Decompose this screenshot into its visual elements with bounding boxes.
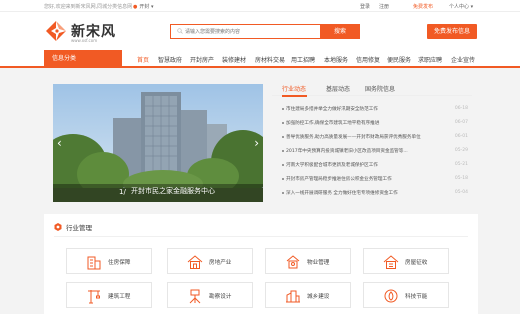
survey-icon bbox=[189, 289, 201, 304]
news-date: 05-21 bbox=[454, 162, 468, 167]
bullet-icon bbox=[282, 121, 284, 124]
card-survey-design[interactable]: 勘察设计 bbox=[167, 282, 253, 308]
bullet-icon bbox=[282, 163, 284, 166]
news-item[interactable]: 加强防控工作,确保全市建筑工地平稳有序推进 06-07 bbox=[282, 120, 472, 128]
next-arrow-icon[interactable]: › bbox=[254, 136, 259, 150]
city-name: 开封 bbox=[139, 4, 150, 10]
bullet-icon bbox=[282, 177, 284, 180]
news-title: 深入一线开展调研服务 全力做好住宅专项维修资金工作 bbox=[286, 191, 398, 196]
city-selector[interactable]: ● 开封 ▾ bbox=[133, 3, 154, 10]
logo-subtitle: www.xsf.com bbox=[71, 38, 98, 43]
nav-item-decoration[interactable]: 装修建材 bbox=[222, 55, 246, 64]
divider bbox=[54, 236, 468, 237]
card-label: 房地产业 bbox=[209, 260, 232, 266]
nav-item-enterprise[interactable]: 企业宣传 bbox=[451, 55, 475, 64]
main-nav: 信息分类 首页 智慧政府 开封房产 装修建材 房材料交易 用工招聘 本地服务 信… bbox=[0, 50, 520, 68]
crane-icon bbox=[88, 290, 100, 304]
bullet-icon bbox=[282, 107, 284, 110]
nav-item-materials[interactable]: 房材料交易 bbox=[255, 55, 285, 64]
card-expropriation[interactable]: 房屋征收 bbox=[363, 248, 449, 274]
banner-index: 1/ bbox=[119, 188, 126, 196]
tab-state-council[interactable]: 国务院信息 bbox=[365, 84, 395, 93]
nav-item-realestate[interactable]: 开封房产 bbox=[190, 55, 214, 64]
industry-title-icon bbox=[54, 223, 62, 231]
nav-item-local-service[interactable]: 本地服务 bbox=[324, 55, 348, 64]
news-tabs: 行业动态 基层动态 国务院信息 bbox=[272, 84, 472, 97]
news-title: 加强防控工作,确保全市建筑工地平稳有序推进 bbox=[286, 121, 380, 126]
login-link[interactable]: 登录 bbox=[360, 3, 370, 10]
card-property-management[interactable]: 物业管理 bbox=[265, 248, 351, 274]
news-item[interactable]: 2017年中央预算内投资城镇老旧小区改造项目资金监管等... 05-29 bbox=[282, 148, 472, 156]
search-button[interactable]: 搜索 bbox=[320, 24, 360, 39]
card-housing-security[interactable]: 住房保障 bbox=[66, 248, 152, 274]
publish-link[interactable]: 免费发布 bbox=[413, 3, 433, 10]
card-label: 建筑工程 bbox=[108, 294, 131, 300]
house-icon bbox=[187, 255, 203, 269]
user-center-label: 个人中心 bbox=[449, 4, 470, 10]
card-energy-saving[interactable]: 科技节能 bbox=[363, 282, 449, 308]
register-link[interactable]: 注册 bbox=[379, 3, 389, 10]
news-title: 市住建局多措并举全力做好汛期安全防范工作 bbox=[286, 107, 378, 112]
news-item[interactable]: 河南大学积极配合城市更新及老城保护区工作 05-21 bbox=[282, 162, 472, 170]
site-header: 新宋风 www.xsf.com 搜索 免费发布信息 bbox=[0, 12, 520, 50]
news-title: 河南大学积极配合城市更新及老城保护区工作 bbox=[286, 163, 378, 168]
building-icon bbox=[87, 256, 101, 270]
card-label: 科技节能 bbox=[405, 294, 428, 300]
property-icon bbox=[286, 255, 300, 269]
user-center-menu[interactable]: 个人中心 ▾ bbox=[449, 3, 473, 10]
news-item[interactable]: 市住建局多措并举全力做好汛期安全防范工作 06-18 bbox=[282, 106, 472, 114]
banner-carousel[interactable]: ‹ › 1/ 开封市民之家金融服务中心 bbox=[53, 84, 263, 202]
prev-arrow-icon[interactable]: ‹ bbox=[57, 136, 62, 150]
nav-item-jobs[interactable]: 求职应聘 bbox=[418, 55, 442, 64]
bullet-icon bbox=[282, 135, 284, 138]
news-title: 2017年中央预算内投资城镇老旧小区改造项目资金监管等... bbox=[286, 149, 408, 154]
nav-item-convenience[interactable]: 便民服务 bbox=[387, 55, 411, 64]
nav-item-credit[interactable]: 信用修复 bbox=[356, 55, 380, 64]
news-item[interactable]: 深入一线开展调研服务 全力做好住宅专项维修资金工作 05-04 bbox=[282, 190, 472, 198]
card-label: 住房保障 bbox=[108, 260, 131, 266]
nav-item-home[interactable]: 首页 bbox=[137, 55, 149, 64]
card-label: 物业管理 bbox=[307, 260, 330, 266]
card-label: 房屋征收 bbox=[405, 260, 428, 266]
news-date: 05-04 bbox=[454, 190, 468, 195]
location-icon: ● bbox=[133, 4, 138, 10]
news-panel: 行业动态 基层动态 国务院信息 市住建局多措并举全力做好汛期安全防范工作 06-1… bbox=[272, 84, 472, 202]
top-bar: 您好,欢迎来到新宋风网,同城分类信息网 ● 开封 ▾ 登录 注册 免费发布 个人中… bbox=[0, 0, 520, 12]
category-button[interactable]: 信息分类 bbox=[44, 50, 122, 68]
news-title: 善导优质服务,助力高质量发展——开封市财政局获评优秀服务单位 bbox=[286, 135, 421, 140]
news-title: 开封市房产管理局稳步推进住房公积金业务管理工作 bbox=[286, 177, 392, 182]
news-date: 06-18 bbox=[454, 106, 468, 111]
active-tab-indicator bbox=[282, 95, 307, 97]
search-icon bbox=[177, 28, 183, 34]
news-item[interactable]: 善导优质服务,助力高质量发展——开封市财政局获评优秀服务单位 06-01 bbox=[282, 134, 472, 142]
industry-panel: 行业管理 住房保障 房地产业 物业管理 房屋征收 建筑工程 勘察设计 城乡建设 … bbox=[44, 214, 478, 314]
banner-caption[interactable]: 开封市民之家金融服务中心 bbox=[131, 186, 215, 196]
logo-icon[interactable] bbox=[44, 20, 68, 42]
bullet-icon bbox=[282, 149, 284, 152]
bullet-icon bbox=[282, 191, 284, 194]
news-date: 05-29 bbox=[454, 148, 468, 153]
card-real-estate[interactable]: 房地产业 bbox=[167, 248, 253, 274]
city-icon bbox=[286, 290, 300, 303]
search-input[interactable] bbox=[185, 26, 325, 37]
card-urban-rural[interactable]: 城乡建设 bbox=[265, 282, 351, 308]
tab-industry-news[interactable]: 行业动态 bbox=[282, 84, 306, 93]
energy-icon bbox=[384, 289, 398, 303]
home-icon bbox=[383, 255, 399, 269]
publish-button[interactable]: 免费发布信息 bbox=[427, 24, 477, 39]
card-label: 城乡建设 bbox=[307, 294, 330, 300]
news-date: 06-07 bbox=[454, 120, 468, 125]
nav-item-smart-gov[interactable]: 智慧政府 bbox=[158, 55, 182, 64]
news-date: 06-01 bbox=[454, 134, 468, 139]
card-construction[interactable]: 建筑工程 bbox=[66, 282, 152, 308]
tab-local-news[interactable]: 基层动态 bbox=[326, 84, 350, 93]
news-date: 05-18 bbox=[454, 176, 468, 181]
nav-item-recruit[interactable]: 用工招聘 bbox=[291, 55, 315, 64]
welcome-text: 您好,欢迎来到新宋风网,同城分类信息网 bbox=[44, 4, 133, 10]
news-item[interactable]: 开封市房产管理局稳步推进住房公积金业务管理工作 05-18 bbox=[282, 176, 472, 184]
industry-title: 行业管理 bbox=[66, 224, 92, 232]
card-label: 勘察设计 bbox=[209, 294, 232, 300]
